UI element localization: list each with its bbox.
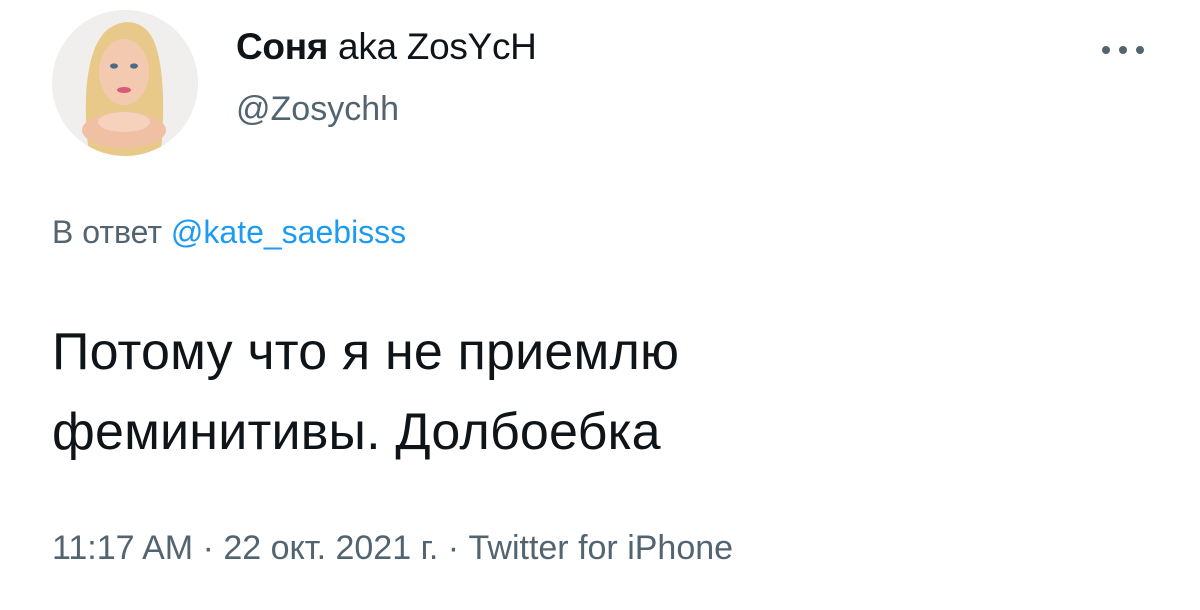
user-handle[interactable]: @Zosychh <box>236 90 399 129</box>
tweet-time[interactable]: 11:17 AM <box>52 529 193 567</box>
tweet-card: Соня aka ZosYcH @Zosychh В ответ @kate_s… <box>0 0 1200 610</box>
tweet-text-line: Потому что я не приемлю <box>52 323 680 381</box>
reply-context: В ответ @kate_saebisss <box>52 214 406 251</box>
tweet-text: Потому что я не приемлю феминитивы. Долб… <box>52 312 1152 472</box>
avatar-image <box>52 10 198 156</box>
tweet-date[interactable]: 22 окт. 2021 г. <box>223 529 438 567</box>
reply-mention-link[interactable]: @kate_saebisss <box>171 214 406 250</box>
more-horizontal-icon <box>1102 46 1144 54</box>
tweet-metadata: 11:17 AM · 22 окт. 2021 г. · Twitter for… <box>52 529 733 568</box>
meta-separator: · <box>438 529 469 567</box>
more-options-button[interactable] <box>1090 28 1156 72</box>
tweet-source[interactable]: Twitter for iPhone <box>469 529 734 567</box>
tweet-text-line: феминитивы. Долбоебка <box>52 403 661 461</box>
meta-separator: · <box>193 529 224 567</box>
reply-prefix: В ответ <box>52 214 163 250</box>
display-name[interactable]: Соня aka ZosYcH <box>236 26 537 68</box>
display-name-suffix: aka ZosYcH <box>338 26 537 67</box>
avatar[interactable] <box>52 10 198 156</box>
display-name-main: Соня <box>236 26 329 67</box>
